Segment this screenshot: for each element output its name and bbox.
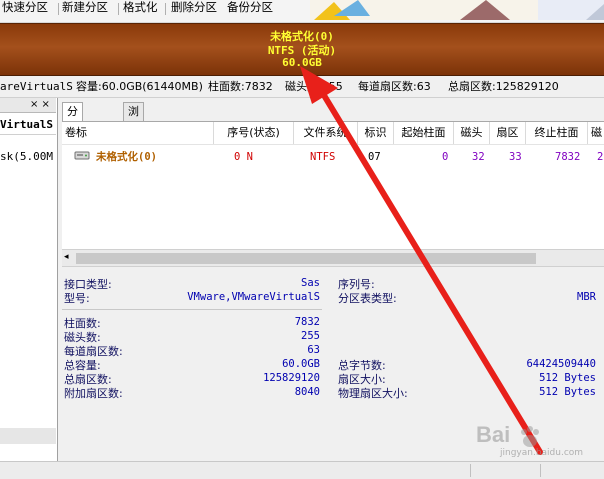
watermark-url: jingyan.baidu.com [500, 448, 584, 458]
watermark: Bai jingyan.baidu.com [470, 422, 600, 462]
annotation-arrow [300, 66, 543, 455]
watermark-brand: Bai [476, 422, 511, 447]
paw-logo-icon [521, 426, 539, 447]
